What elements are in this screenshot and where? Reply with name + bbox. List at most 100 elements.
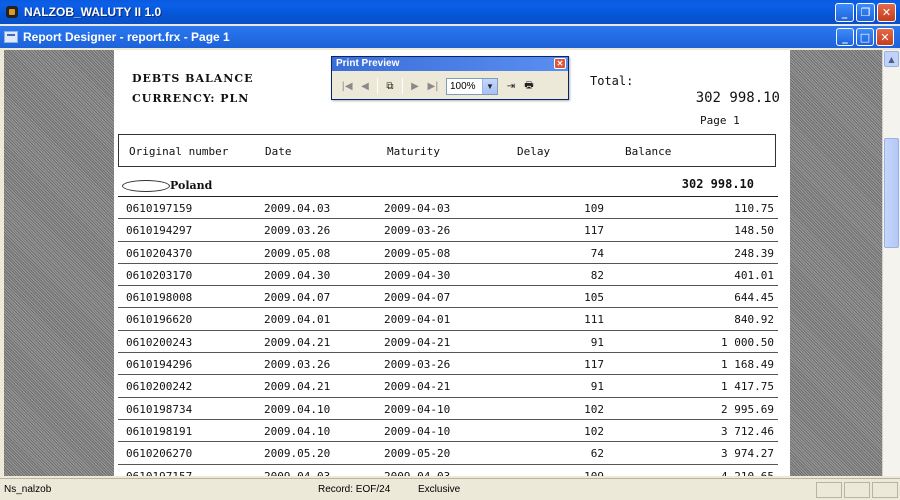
print-preview-buttons: |◀ ◀ ⧉ ▶ ▶| 100% ▼ ⇥ 🖶 (338, 76, 538, 96)
child-minimize-button[interactable]: _ (836, 28, 854, 46)
cell-original-number: 0610198734 (126, 402, 193, 416)
cell-date: 2009.04.10 (264, 424, 331, 438)
cell-balance: 2 995.69 (721, 402, 774, 416)
cell-delay: 102 (584, 424, 604, 438)
status-indicator (816, 482, 842, 498)
group-ellipse-icon (122, 180, 170, 192)
print-preview-titlebar[interactable]: Print Preview ✕ (332, 57, 568, 71)
cell-maturity: 2009-04-21 (384, 380, 451, 394)
print-icon[interactable]: 🖶 (520, 77, 538, 95)
report-title: DEBTS BALANCE (132, 72, 254, 85)
cell-original-number: 0610198008 (126, 291, 193, 305)
cell-maturity: 2009-05-08 (384, 246, 451, 260)
cell-original-number: 0610197159 (126, 202, 193, 215)
column-header: Original number Date Maturity Delay Bala… (118, 134, 776, 167)
cell-maturity: 2009-04-07 (384, 291, 451, 305)
column-date: Date (265, 145, 292, 158)
cell-date: 2009.04.21 (264, 335, 331, 349)
minimize-button[interactable]: _ (835, 3, 854, 22)
cell-original-number: 0610196620 (126, 313, 193, 327)
print-preview-title: Print Preview (336, 58, 400, 69)
cell-delay: 82 (590, 268, 604, 282)
cell-maturity: 2009-03-26 (384, 358, 451, 372)
table-row: 0610198191 2009.04.10 2009-04-10 102 3 712.4… (118, 420, 778, 443)
cell-date: 2009.04.01 (264, 313, 331, 327)
cell-date: 2009.05.20 (264, 447, 331, 461)
cell-original-number: 0610194296 (126, 358, 193, 372)
print-preview-toolbar[interactable]: Print Preview ✕ |◀ ◀ ⧉ ▶ ▶| 100% ▼ ⇥ 🖶 (331, 56, 569, 100)
close-button[interactable]: ✕ (877, 3, 896, 22)
total-value: 302 998.10 (695, 90, 780, 106)
cell-original-number: 0610194297 (126, 224, 193, 238)
cell-delay: 91 (590, 335, 604, 349)
child-close-button[interactable]: ✕ (876, 28, 894, 46)
table-row: 0610194296 2009.03.26 2009-03-26 117 1 168.4… (118, 353, 778, 376)
cell-original-number: 0610200243 (126, 335, 193, 349)
report-viewport: DEBTS BALANCE CURRENCY: PLN Total: 302 9… (4, 50, 882, 476)
cell-delay: 91 (590, 380, 604, 394)
cell-delay: 62 (590, 447, 604, 461)
table-row: 0610197157 2009.04.03 2009-04-03 109 4 210.6… (118, 465, 778, 476)
app-title: NALZOB_WALUTY II 1.0 (24, 5, 162, 19)
status-mode: Exclusive (418, 484, 461, 495)
table-row: 0610197159 2009.04.03 2009-04-03 109 110.75 (118, 197, 778, 220)
zoom-select[interactable]: 100% ▼ (446, 77, 498, 95)
cell-delay: 109 (584, 202, 604, 215)
table-row: 0610206270 2009.05.20 2009-05-20 62 3 974.27 (118, 442, 778, 465)
child-maximize-button[interactable]: □ (856, 28, 874, 46)
cell-delay: 111 (584, 313, 604, 327)
app-titlebar[interactable]: NALZOB_WALUTY II 1.0 _ ❐ ✕ (0, 0, 900, 24)
table-row: 0610198734 2009.04.10 2009-04-10 102 2 995.6… (118, 398, 778, 420)
toolbar-separator (402, 78, 403, 94)
cell-maturity: 2009-03-26 (384, 224, 451, 238)
next-page-icon[interactable]: ▶ (406, 77, 424, 95)
child-window-controls: _ □ ✕ (836, 28, 894, 46)
first-page-icon[interactable]: |◀ (338, 77, 356, 95)
chevron-down-icon[interactable]: ▼ (482, 78, 497, 94)
status-alias: Ns_nalzob (4, 484, 52, 495)
table-row: 0610203170 2009.04.30 2009-04-30 82 401.01 (118, 264, 778, 287)
scroll-up-icon[interactable]: ▲ (884, 51, 899, 67)
report-page: DEBTS BALANCE CURRENCY: PLN Total: 302 9… (114, 50, 790, 476)
cell-balance: 110.75 (734, 202, 774, 215)
cell-original-number: 0610198191 (126, 424, 193, 438)
cell-maturity: 2009-04-01 (384, 313, 451, 327)
cell-balance: 644.45 (734, 291, 774, 305)
vertical-scrollbar[interactable]: ▲ (882, 50, 900, 476)
cell-balance: 148.50 (734, 224, 774, 238)
report-designer-icon (4, 31, 18, 43)
cell-balance: 248.39 (734, 246, 774, 260)
status-record: Record: EOF/24 (318, 484, 391, 495)
report-designer-titlebar[interactable]: Report Designer - report.frx - Page 1 _ … (0, 26, 900, 48)
cell-balance: 840.92 (734, 313, 774, 327)
data-rows: 0610197159 2009.04.03 2009-04-03 109 110.75 0… (118, 197, 778, 476)
group-header: Poland 302 998.10 (114, 176, 778, 196)
last-page-icon[interactable]: ▶| (424, 77, 442, 95)
cell-date: 2009.05.08 (264, 246, 331, 260)
exit-preview-icon[interactable]: ⇥ (502, 77, 520, 95)
print-preview-close-button[interactable]: ✕ (554, 58, 566, 69)
cell-delay: 117 (584, 358, 604, 372)
cell-delay: 74 (590, 246, 604, 260)
cell-maturity: 2009-04-21 (384, 335, 451, 349)
cell-date: 2009.04.21 (264, 380, 331, 394)
cell-date: 2009.03.26 (264, 224, 331, 238)
report-currency: CURRENCY: PLN (132, 92, 250, 105)
app-window-controls: _ ❐ ✕ (835, 3, 896, 22)
cell-maturity: 2009-04-30 (384, 268, 451, 282)
scroll-thumb[interactable] (884, 138, 899, 248)
cell-maturity: 2009-04-10 (384, 424, 451, 438)
cell-balance: 1 168.49 (721, 358, 774, 372)
cell-original-number: 0610206270 (126, 447, 193, 461)
cell-balance: 1 000.50 (721, 335, 774, 349)
zoom-value: 100% (450, 80, 476, 92)
cell-balance: 3 974.27 (721, 447, 774, 461)
copy-icon[interactable]: ⧉ (381, 77, 399, 95)
table-row: 0610194297 2009.03.26 2009-03-26 117 148.50 (118, 219, 778, 242)
cell-balance: 1 417.75 (721, 380, 774, 394)
cell-maturity: 2009-04-03 (384, 202, 451, 215)
cell-date: 2009.04.10 (264, 402, 331, 416)
previous-page-icon[interactable]: ◀ (356, 77, 374, 95)
restore-button[interactable]: ❐ (856, 3, 875, 22)
column-delay: Delay (517, 145, 551, 158)
